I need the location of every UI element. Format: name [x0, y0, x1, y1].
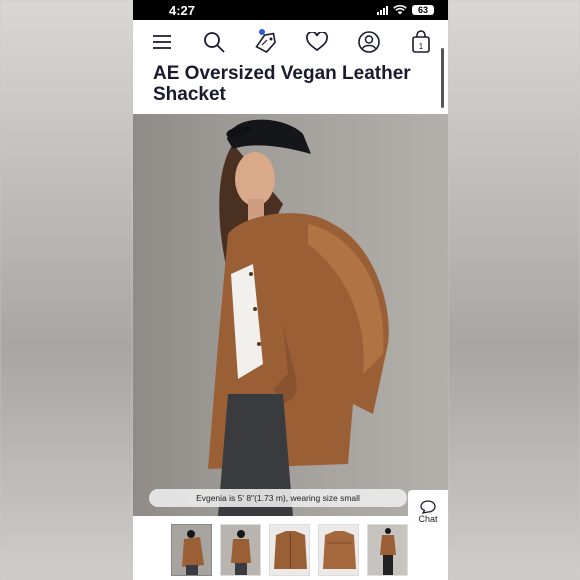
phone-screen: 4:27 63 1 AE Oversized Vegan Leather Sha…	[133, 0, 448, 580]
background-right	[448, 0, 580, 580]
product-title: AE Oversized Vegan Leather Shacket	[153, 63, 411, 105]
thumbnail-strip	[171, 524, 408, 576]
thumbnail-image	[221, 525, 260, 575]
thumbnail-image	[319, 525, 358, 575]
battery-indicator: 63	[412, 5, 434, 15]
wifi-icon	[393, 5, 407, 15]
shopping-bag-icon[interactable]: 1	[408, 29, 434, 55]
heart-icon[interactable]	[304, 29, 330, 55]
notification-dot	[258, 28, 265, 35]
search-icon[interactable]	[201, 29, 227, 55]
chat-button[interactable]: Chat	[408, 490, 448, 534]
thumbnail-image	[172, 525, 211, 575]
thumbnail-model-front[interactable]	[171, 524, 212, 576]
chat-label: Chat	[418, 514, 438, 524]
account-icon[interactable]	[356, 29, 382, 55]
thumbnail-image	[270, 525, 309, 575]
status-indicators: 63	[377, 5, 434, 15]
chat-bubble-icon	[420, 500, 436, 514]
nav-bar: 1	[133, 20, 448, 63]
thumbnail-image	[368, 525, 407, 575]
background-left	[0, 0, 133, 580]
product-image[interactable]: Evgenia is 5' 8"(1.73 m), wearing size s…	[133, 114, 448, 516]
model-photo	[208, 119, 389, 516]
thumbnail-jacket-front[interactable]	[269, 524, 310, 576]
menu-icon[interactable]	[149, 29, 175, 55]
thumbnail-jacket-back[interactable]	[318, 524, 359, 576]
price-tag-icon[interactable]	[253, 28, 279, 55]
status-bar: 4:27 63	[133, 0, 448, 20]
thumbnail-model-back[interactable]	[220, 524, 261, 576]
status-time: 4:27	[169, 2, 196, 18]
scrollbar[interactable]	[441, 48, 444, 108]
signal-icon	[377, 5, 388, 15]
cart-count: 1	[419, 42, 424, 51]
thumbnail-model-full[interactable]	[367, 524, 408, 576]
image-caption: Evgenia is 5' 8"(1.73 m), wearing size s…	[149, 489, 407, 507]
